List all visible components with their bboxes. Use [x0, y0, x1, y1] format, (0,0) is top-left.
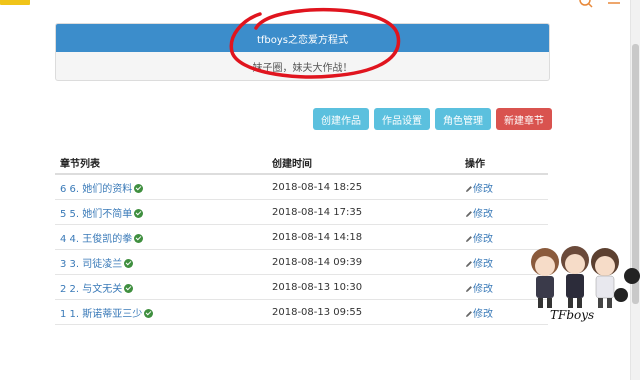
chapter-link[interactable]: 5 5. 她们不简单: [60, 209, 132, 220]
table-row: 5 5. 她们不简单 2018-08-14 17:35 修改: [55, 199, 548, 225]
check-circle-icon: [134, 183, 144, 193]
check-circle-icon: [134, 233, 144, 243]
work-settings-button[interactable]: 作品设置: [374, 108, 430, 130]
side-widget-icon[interactable]: [614, 288, 628, 302]
check-circle-icon: [134, 208, 144, 218]
new-chapter-button[interactable]: 新建章节: [496, 108, 552, 130]
pencil-icon: [466, 260, 472, 267]
chapter-table: 章节列表 创建时间 操作 6 6. 她们的资料 2018-08-14 18:25…: [55, 152, 548, 325]
edit-link[interactable]: 修改: [473, 309, 493, 320]
pencil-icon: [466, 210, 472, 217]
edit-link[interactable]: 修改: [473, 284, 493, 295]
column-header-created: 创建时间: [267, 152, 460, 175]
created-time: 2018-08-13 10:30: [267, 274, 460, 300]
column-header-actions: 操作: [460, 152, 548, 175]
edit-link[interactable]: 修改: [473, 259, 493, 270]
table-row: 3 3. 司徒凌兰 2018-08-14 09:39 修改: [55, 249, 548, 275]
check-circle-icon: [124, 258, 134, 268]
work-toolbar: 创建作品 作品设置 角色管理 新建章节: [313, 108, 552, 130]
table-row: 1 1. 斯诺蒂亚三少 2018-08-13 09:55 修改: [55, 299, 548, 325]
create-work-button[interactable]: 创建作品: [313, 108, 369, 130]
chapter-link[interactable]: 4 4. 王俊凯的拳: [60, 234, 132, 245]
chapter-link[interactable]: 2 2. 与文无关: [60, 284, 122, 295]
side-widget-icon[interactable]: [624, 268, 640, 284]
mascot-label: TFboys: [550, 308, 595, 322]
pencil-icon: [466, 310, 472, 317]
role-management-button[interactable]: 角色管理: [435, 108, 491, 130]
created-time: 2018-08-14 14:18: [267, 224, 460, 250]
table-row: 2 2. 与文无关 2018-08-13 10:30 修改: [55, 274, 548, 300]
created-time: 2018-08-13 09:55: [267, 299, 460, 325]
edit-link[interactable]: 修改: [473, 184, 493, 195]
check-circle-icon: [144, 308, 154, 318]
created-time: 2018-08-14 17:35: [267, 199, 460, 225]
created-time: 2018-08-14 09:39: [267, 249, 460, 275]
created-time: 2018-08-14 18:25: [267, 174, 460, 200]
chapter-link[interactable]: 6 6. 她们的资料: [60, 184, 132, 195]
edit-link[interactable]: 修改: [473, 209, 493, 220]
menu-icon[interactable]: [606, 0, 622, 10]
pencil-icon: [466, 235, 472, 242]
edit-link[interactable]: 修改: [473, 234, 493, 245]
column-header-chapters: 章节列表: [55, 152, 267, 175]
chapter-link[interactable]: 1 1. 斯诺蒂亚三少: [60, 309, 142, 320]
chapter-link[interactable]: 3 3. 司徒凌兰: [60, 259, 122, 270]
work-subtitle: 妹子圈，妹夫大作战！: [252, 62, 353, 74]
pencil-icon: [466, 185, 472, 192]
table-row: 6 6. 她们的资料 2018-08-14 18:25 修改: [55, 174, 548, 200]
site-logo[interactable]: [0, 0, 40, 6]
check-circle-icon: [124, 283, 134, 293]
work-title: tfboys之恋爱方程式: [56, 24, 549, 52]
table-row: 4 4. 王俊凯的拳 2018-08-14 14:18 修改: [55, 224, 548, 250]
top-bar: [0, 0, 640, 10]
work-title-panel: tfboys之恋爱方程式 妹子圈，妹夫大作战！: [55, 23, 550, 81]
search-icon[interactable]: [578, 0, 594, 10]
pencil-icon: [466, 285, 472, 292]
table-header-row: 章节列表 创建时间 操作: [55, 152, 548, 175]
